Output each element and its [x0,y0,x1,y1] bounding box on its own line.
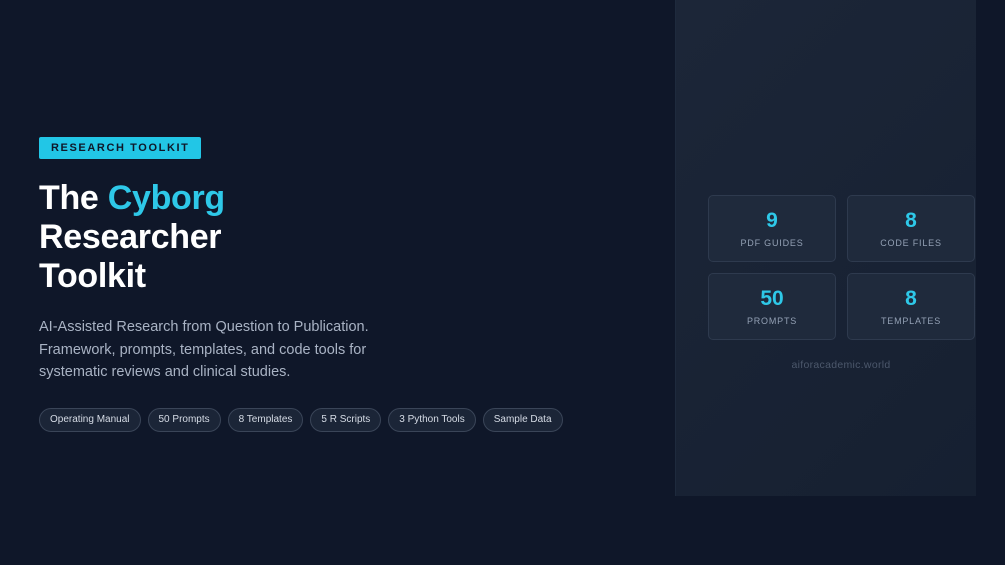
stat-value: 8 [905,287,917,310]
description-line-3: systematic reviews and clinical studies. [39,364,291,380]
stat-value: 9 [766,209,778,232]
description-line-2: Framework, prompts, templates, and code … [39,341,367,358]
stats-panel: 9 PDF GUIDES 8 CODE FILES 50 PROMPTS 8 T… [675,0,976,496]
stat-card-prompts: 50 PROMPTS [708,273,836,340]
stat-value: 8 [905,209,917,232]
site-url[interactable]: aiforacademic.world [676,359,1005,371]
page: RESEARCH TOOLKIT The Cyborg Researcher T… [0,0,1005,565]
chip-templates[interactable]: 8 Templates [227,407,304,432]
chip-prompts[interactable]: 50 Prompts [147,407,221,432]
hero-section: RESEARCH TOOLKIT The Cyborg Researcher T… [39,137,599,432]
chip-python-tools[interactable]: 3 Python Tools [388,407,476,432]
category-badge: RESEARCH TOOLKIT [39,137,202,159]
page-title: The Cyborg Researcher Toolkit [39,179,599,296]
feature-chips: Operating Manual 50 Prompts 8 Templates … [39,407,599,432]
stat-label: PROMPTS [746,316,798,326]
stat-card-code-files: 8 CODE FILES [847,195,975,262]
stat-card-pdf-guides: 9 PDF GUIDES [708,195,836,262]
stat-label: PDF GUIDES [740,238,804,248]
stat-value: 50 [760,287,784,310]
chip-r-scripts[interactable]: 5 R Scripts [310,407,382,432]
stats-grid: 9 PDF GUIDES 8 CODE FILES 50 PROMPTS 8 T… [708,195,975,340]
title-accent: Cyborg [107,179,226,217]
description: AI-Assisted Research from Question to Pu… [39,316,399,384]
chip-sample-data[interactable]: Sample Data [482,407,563,432]
chip-operating-manual[interactable]: Operating Manual [39,407,141,432]
stat-label: CODE FILES [880,238,942,248]
title-line-3: Toolkit [39,257,146,295]
title-prefix: The [39,179,108,217]
stat-label: TEMPLATES [880,316,942,326]
stat-card-templates: 8 TEMPLATES [847,273,975,340]
description-line-1: AI-Assisted Research from Question to Pu… [39,319,369,335]
title-line-2: Researcher [39,218,222,256]
